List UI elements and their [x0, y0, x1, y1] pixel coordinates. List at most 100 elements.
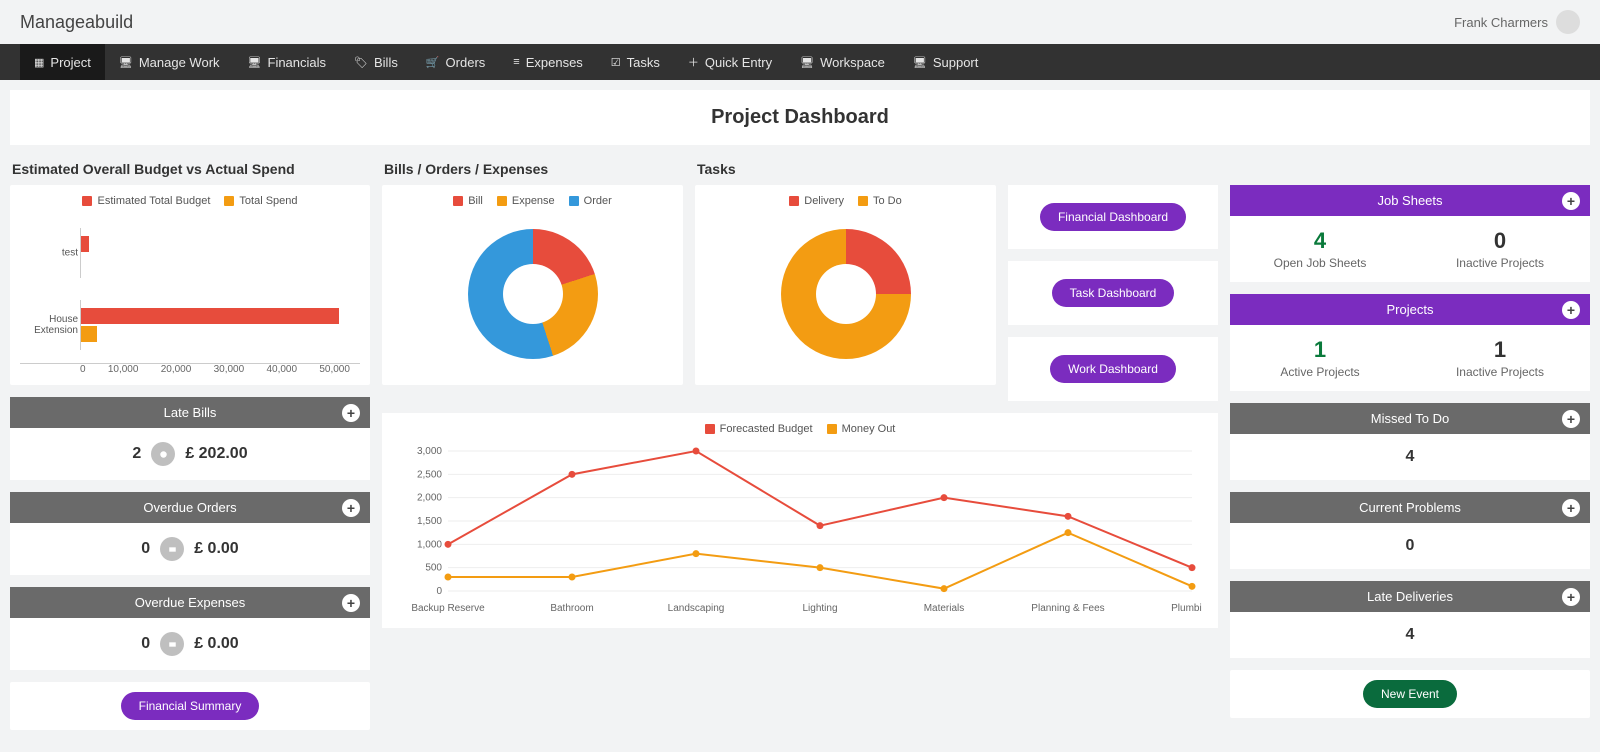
projects-card: Projects + 1Active Projects 1Inactive Pr…: [1230, 294, 1590, 391]
svg-text:2,000: 2,000: [417, 493, 442, 504]
page-title: Project Dashboard: [10, 90, 1590, 145]
nav-tasks[interactable]: ☑Tasks: [597, 44, 674, 80]
svg-text:Planning & Fees: Planning & Fees: [1031, 603, 1104, 614]
missed-todo-card: Missed To Do+ 4: [1230, 403, 1590, 480]
svg-text:500: 500: [425, 563, 442, 574]
legend-label: To Do: [873, 195, 902, 207]
nav-icon: 🛒: [426, 56, 440, 69]
tasks-chart-card: Delivery To Do: [695, 185, 996, 385]
current-problems-header[interactable]: Current Problems+: [1230, 492, 1590, 523]
overdue-expenses-header[interactable]: Overdue Expenses +: [10, 587, 370, 618]
new-event-button[interactable]: New Event: [1363, 680, 1457, 708]
budget-legend: Estimated Total Budget Total Spend: [20, 195, 360, 207]
job-sheets-header[interactable]: Job Sheets +: [1230, 185, 1590, 216]
budget-chart-card: Estimated Total Budget Total Spend testH…: [10, 185, 370, 385]
inactive-projects-count2: 1: [1422, 337, 1578, 363]
svg-text:2,500: 2,500: [417, 469, 442, 480]
active-projects-count: 1: [1242, 337, 1398, 363]
svg-text:1,500: 1,500: [417, 516, 442, 527]
forecast-chart-card: Forecasted Budget Money Out 05001,0001,5…: [382, 413, 1218, 628]
overdue-expenses-body: 0 £ 0.00: [10, 618, 370, 670]
legend-label: Delivery: [804, 195, 844, 207]
section-title-boe: Bills / Orders / Expenses: [382, 157, 683, 185]
late-bills-header[interactable]: Late Bills +: [10, 397, 370, 428]
task-dashboard-button[interactable]: Task Dashboard: [1052, 279, 1175, 307]
nav-icon: 🖥: [119, 56, 133, 69]
new-event-card: New Event: [1230, 670, 1590, 718]
overdue-orders-body: 0 £ 0.00: [10, 523, 370, 575]
plus-icon[interactable]: +: [1562, 499, 1580, 517]
svg-text:0: 0: [436, 586, 442, 597]
financial-summary-button[interactable]: Financial Summary: [121, 692, 260, 720]
nav-icon: ≡: [513, 56, 519, 68]
svg-text:Landscaping: Landscaping: [668, 603, 725, 614]
late-deliveries-card: Late Deliveries+ 4: [1230, 581, 1590, 658]
boe-chart-card: Bill Expense Order: [382, 185, 683, 385]
projects-header[interactable]: Projects +: [1230, 294, 1590, 325]
nav-bills[interactable]: 🏷Bills: [340, 44, 412, 80]
late-deliveries-header[interactable]: Late Deliveries+: [1230, 581, 1590, 612]
section-title-tasks: Tasks: [695, 157, 996, 185]
svg-text:Lighting: Lighting: [802, 603, 837, 614]
svg-text:3,000: 3,000: [417, 446, 442, 457]
forecast-line-chart: 05001,0001,5002,0002,5003,000Backup Rese…: [398, 441, 1202, 621]
late-bills-card: Late Bills + 2 £ 202.00: [10, 397, 370, 480]
plus-icon[interactable]: +: [1562, 192, 1580, 210]
nav-workspace[interactable]: 🖥Workspace: [786, 44, 899, 80]
late-deliveries-value: 4: [1406, 626, 1415, 644]
avatar-icon[interactable]: [1556, 10, 1580, 34]
cart-icon: [160, 632, 184, 656]
nav-icon: 🖥: [913, 56, 927, 69]
current-problems-value: 0: [1406, 537, 1415, 555]
user-area[interactable]: Frank Charmers: [1454, 10, 1580, 34]
legend-label: Total Spend: [239, 195, 297, 207]
nav-icon: ☑: [611, 56, 621, 69]
nav-icon: 🏷: [354, 56, 368, 69]
current-problems-card: Current Problems+ 0: [1230, 492, 1590, 569]
nav-support[interactable]: 🖥Support: [899, 44, 993, 80]
overdue-orders-card: Overdue Orders + 0 £ 0.00: [10, 492, 370, 575]
legend-label: Bill: [468, 195, 483, 207]
financial-dashboard-button[interactable]: Financial Dashboard: [1040, 203, 1186, 231]
plus-icon[interactable]: +: [1562, 588, 1580, 606]
navbar: ▦Project🖥Manage Work🖥Financials🏷Bills🛒Or…: [0, 44, 1600, 80]
legend-label: Money Out: [842, 423, 896, 435]
legend-label: Order: [584, 195, 612, 207]
work-dashboard-button[interactable]: Work Dashboard: [1050, 355, 1176, 383]
nav-icon: 🖥: [248, 56, 262, 69]
svg-text:Plumbing: Plumbing: [1171, 603, 1202, 614]
nav-manage-work[interactable]: 🖥Manage Work: [105, 44, 234, 80]
overdue-orders-header[interactable]: Overdue Orders +: [10, 492, 370, 523]
legend-label: Estimated Total Budget: [97, 195, 210, 207]
nav-expenses[interactable]: ≡Expenses: [499, 44, 597, 80]
plus-icon[interactable]: +: [1562, 410, 1580, 428]
financial-summary-card: Financial Summary: [10, 682, 370, 730]
late-bills-body: 2 £ 202.00: [10, 428, 370, 480]
svg-text:Bathroom: Bathroom: [550, 603, 593, 614]
plus-icon[interactable]: +: [1562, 301, 1580, 319]
open-job-sheets-count: 4: [1242, 228, 1398, 254]
plus-icon[interactable]: +: [342, 404, 360, 422]
nav-financials[interactable]: 🖥Financials: [234, 44, 341, 80]
nav-icon: ＋: [688, 54, 699, 70]
legend-label: Expense: [512, 195, 555, 207]
svg-text:Backup Reserve: Backup Reserve: [411, 603, 485, 614]
cart-icon: [160, 537, 184, 561]
overdue-expenses-card: Overdue Expenses + 0 £ 0.00: [10, 587, 370, 670]
money-icon: [151, 442, 175, 466]
brand: Manageabuild: [20, 12, 133, 33]
plus-icon[interactable]: +: [342, 499, 360, 517]
job-sheets-card: Job Sheets + 4Open Job Sheets 0Inactive …: [1230, 185, 1590, 282]
nav-icon: ▦: [34, 56, 44, 69]
user-name: Frank Charmers: [1454, 15, 1548, 30]
nav-project[interactable]: ▦Project: [20, 44, 105, 80]
inactive-projects-count: 0: [1422, 228, 1578, 254]
topbar: Manageabuild Frank Charmers: [0, 0, 1600, 44]
legend-label: Forecasted Budget: [720, 423, 813, 435]
nav-quick-entry[interactable]: ＋Quick Entry: [674, 44, 786, 80]
missed-todo-header[interactable]: Missed To Do+: [1230, 403, 1590, 434]
nav-orders[interactable]: 🛒Orders: [412, 44, 499, 80]
svg-text:Materials: Materials: [924, 603, 965, 614]
plus-icon[interactable]: +: [342, 594, 360, 612]
section-title-budget: Estimated Overall Budget vs Actual Spend: [10, 157, 370, 185]
